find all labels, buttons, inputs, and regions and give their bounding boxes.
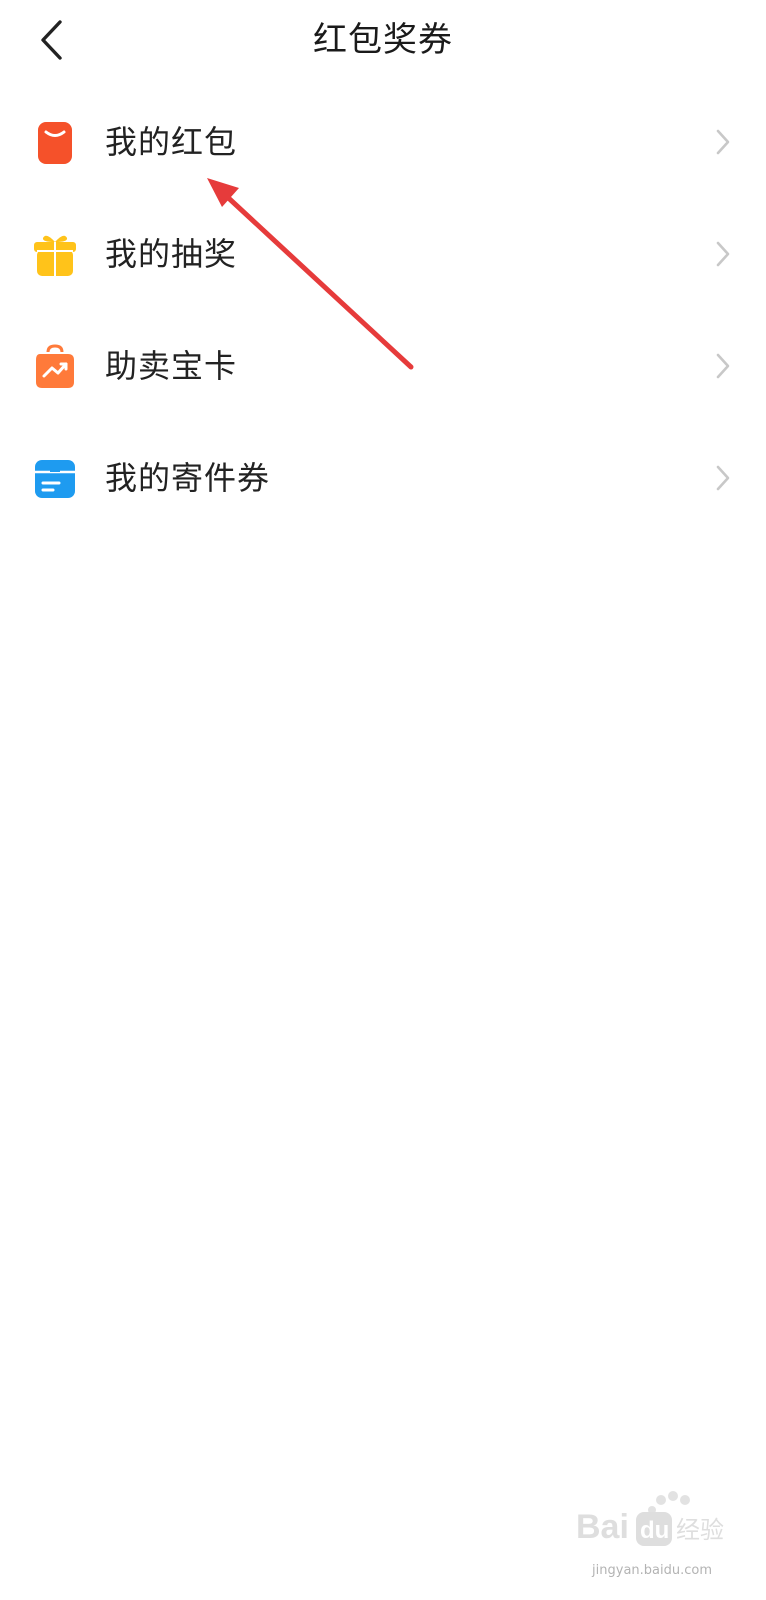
chevron-right-icon <box>716 129 730 155</box>
watermark-url: jingyan.baidu.com <box>592 1563 712 1578</box>
red-envelope-icon <box>38 122 72 164</box>
svg-text:经验: 经验 <box>676 1516 724 1544</box>
chevron-right-icon <box>716 353 730 379</box>
baidu-jingyan-watermark: Bai du 经验 <box>576 1491 724 1546</box>
menu-item-label: 我的红包 <box>105 123 238 161</box>
svg-text:du: du <box>640 1517 669 1544</box>
svg-text:Bai: Bai <box>576 1508 629 1546</box>
menu-item-label: 我的抽奖 <box>105 235 238 273</box>
trend-bag-icon <box>36 344 74 388</box>
menu-item-label: 助卖宝卡 <box>105 347 238 385</box>
chevron-right-icon <box>716 465 730 491</box>
menu-item-shipping-coupon[interactable]: 我的寄件券 <box>0 422 766 534</box>
menu-item-label: 我的寄件券 <box>105 459 271 497</box>
gift-box-icon <box>34 235 76 276</box>
package-icon <box>35 460 75 498</box>
top-bar: 红包奖券 <box>0 0 766 82</box>
page-title: 红包奖券 <box>313 20 453 60</box>
chevron-right-icon <box>716 241 730 267</box>
menu-list: 我的红包 我的抽奖 助卖宝卡 我的寄件券 <box>0 86 766 534</box>
menu-item-sales-card[interactable]: 助卖宝卡 <box>0 310 766 422</box>
menu-item-lottery[interactable]: 我的抽奖 <box>0 198 766 310</box>
menu-item-red-envelope[interactable]: 我的红包 <box>0 86 766 198</box>
